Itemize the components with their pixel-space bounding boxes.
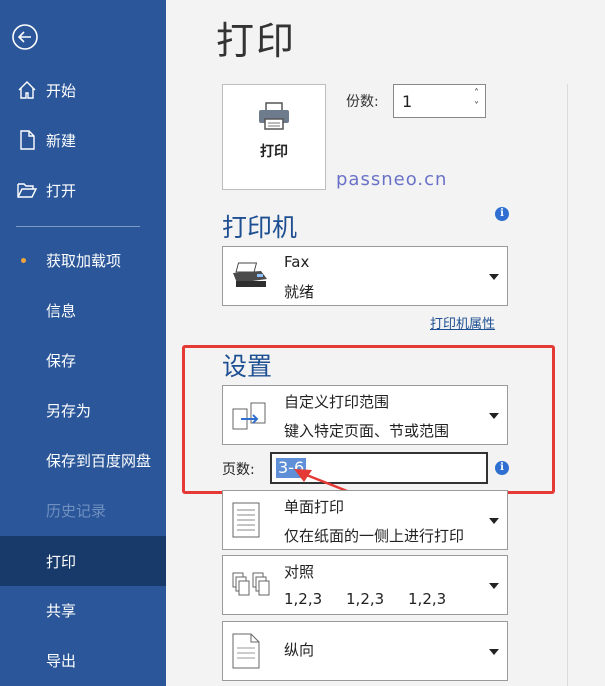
copies-label: 份数: [346,94,379,110]
nav-item-home[interactable]: 开始 [0,65,166,115]
back-arrow-icon[interactable] [10,22,40,52]
sides-title: 单面打印 [284,498,345,516]
fax-icon [231,261,269,295]
nav-item-label: 另存为 [46,401,92,420]
nav-item-label: 信息 [46,301,77,320]
orientation-dropdown[interactable]: 纵向 [222,621,508,681]
portrait-page-icon [231,632,261,674]
watermark: passneo.cn [336,169,448,190]
orientation-title: 纵向 [284,641,315,659]
chevron-down-icon [489,583,499,589]
sides-subtitle: 仅在纸面的一侧上进行打印 [284,527,465,545]
collation-title: 对照 [284,563,315,581]
nav-item-label: 打印 [46,552,77,571]
printer-name: Fax [284,253,310,271]
printer-properties-link[interactable]: 打印机属性 [430,313,495,332]
nav-item-get-addins[interactable]: 获取加载项 [0,235,166,285]
nav-item-new[interactable]: 新建 [0,115,166,165]
collation-dropdown[interactable]: 对照 1,2,3 1,2,3 1,2,3 [222,555,508,615]
single-sided-icon [231,501,263,543]
nav-item-info[interactable]: 信息 [0,285,166,335]
chevron-down-icon [489,274,499,280]
nav-item-save-as[interactable]: 另存为 [0,385,166,435]
collated-pages-icon [231,571,275,605]
page-title: 打印 [216,19,297,63]
nav-item-label: 共享 [46,601,77,620]
nav-item-label: 新建 [46,131,77,150]
nav-item-label: 打开 [46,181,77,200]
nav-item-save[interactable]: 保存 [0,335,166,385]
sidebar-divider [16,226,140,227]
notification-dot-icon [21,258,26,263]
nav-item-export[interactable]: 导出 [0,635,166,685]
nav-item-label: 保存到百度网盘 [46,451,152,470]
nav-item-print[interactable]: 打印 [0,536,166,586]
chevron-down-icon [489,649,499,655]
new-document-icon [16,129,38,151]
home-icon [16,79,38,101]
nav-item-label: 导出 [46,651,77,670]
print-button[interactable]: 打印 [222,84,326,190]
panel-divider [567,84,568,686]
sides-dropdown[interactable]: 单面打印 仅在纸面的一侧上进行打印 [222,490,508,550]
open-folder-icon [16,179,38,201]
chevron-down-icon [489,518,499,524]
nav-item-label: 获取加载项 [46,251,122,270]
nav-item-history: 历史记录 [0,485,166,535]
info-icon[interactable]: i [495,207,509,221]
nav-item-label: 保存 [46,351,77,370]
printer-status: 就绪 [284,283,315,301]
nav-item-label: 历史记录 [46,501,107,520]
copies-spinner[interactable]: 1 ˄ ˅ [393,84,486,118]
printer-section-title: 打印机 [222,213,298,242]
spinner-arrows-icon[interactable]: ˄ ˅ [474,87,479,113]
printer-dropdown[interactable]: Fax 就绪 [222,246,508,306]
print-button-label: 打印 [260,144,288,160]
nav-item-share[interactable]: 共享 [0,585,166,635]
nav-item-open[interactable]: 打开 [0,165,166,215]
copies-value: 1 [402,92,413,111]
printer-icon [257,101,291,135]
nav-item-save-baidu[interactable]: 保存到百度网盘 [0,435,166,485]
collation-subtitle: 1,2,3 1,2,3 1,2,3 [284,590,447,608]
backstage-sidebar: 开始 新建 打开 获取加载项 信息 保存 另存为 保存到百度网盘 历史记录 打印… [0,0,166,686]
nav-item-label: 开始 [46,81,77,100]
